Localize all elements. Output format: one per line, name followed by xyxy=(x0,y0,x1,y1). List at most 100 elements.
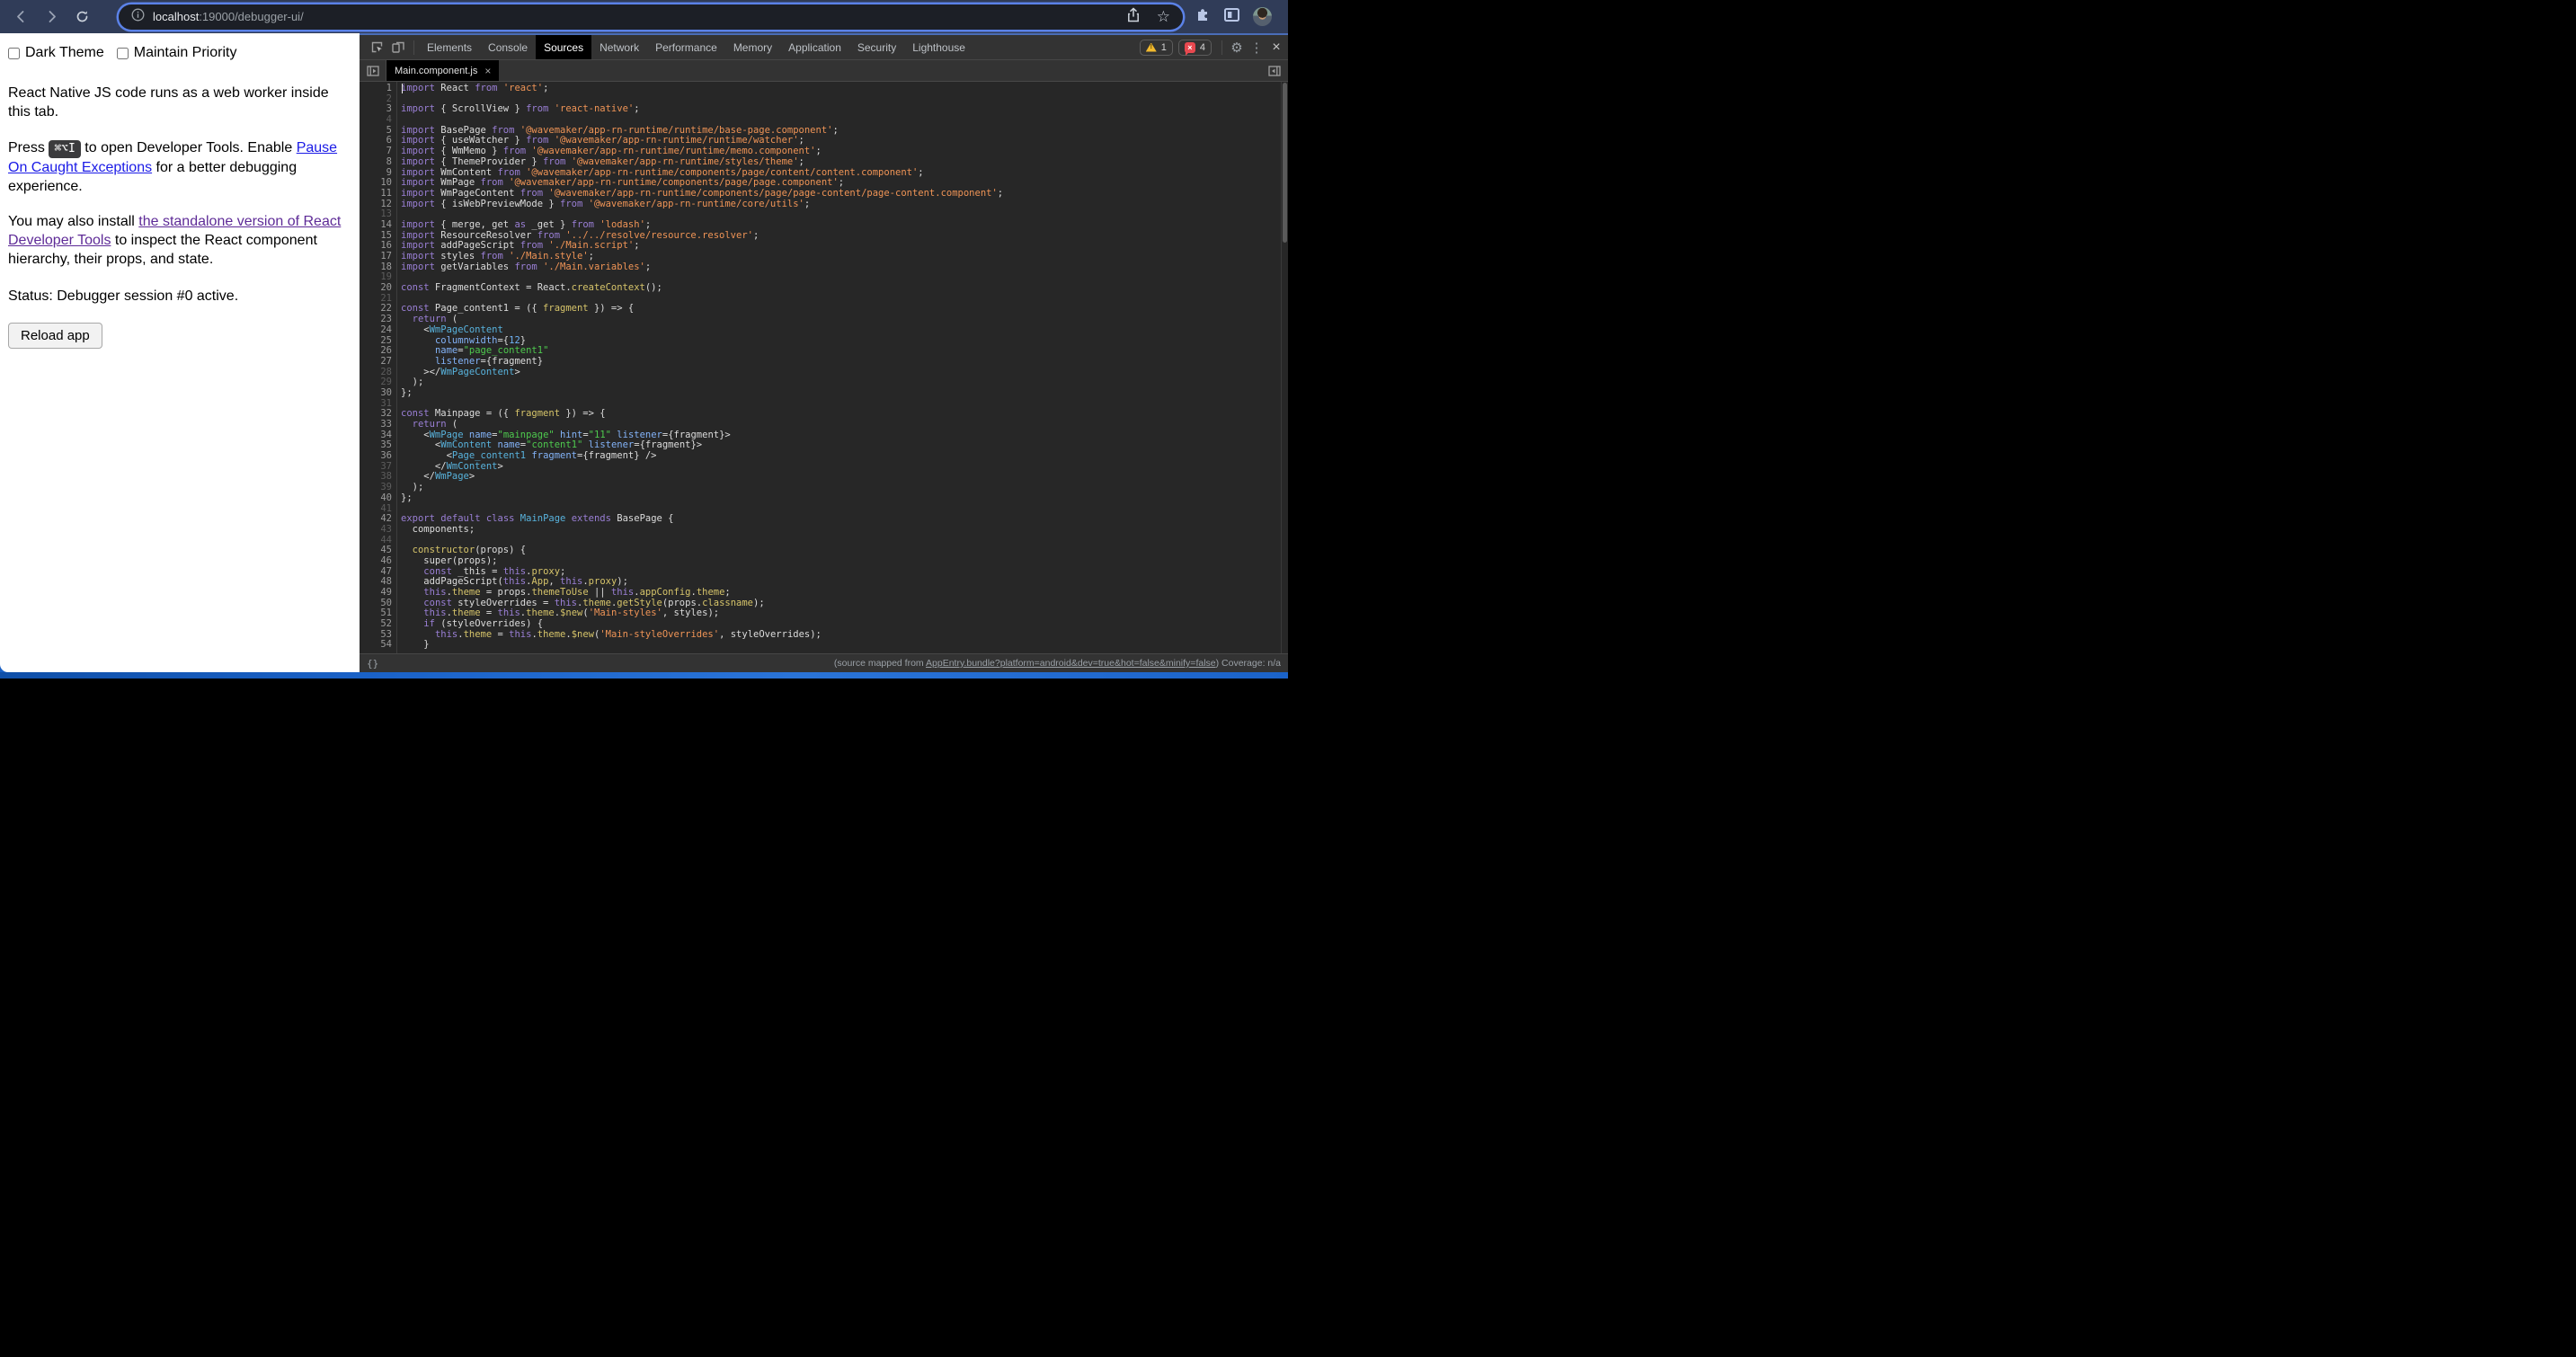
dark-theme-option[interactable]: Dark Theme xyxy=(8,45,104,61)
hint-text-before: Press xyxy=(8,140,49,155)
maintain-priority-option[interactable]: Maintain Priority xyxy=(117,45,237,61)
tab-elements[interactable]: Elements xyxy=(419,35,480,59)
devtools-shortcut-kbd: ⌘⌥I xyxy=(49,140,80,158)
source-map-link[interactable]: AppEntry.bundle?platform=android&dev=tru… xyxy=(926,658,1216,669)
toolbar-divider-right xyxy=(1221,40,1222,55)
code-line: export default class MainPage extends Ba… xyxy=(401,514,1288,525)
url-path: :19000/debugger-ui/ xyxy=(199,10,303,23)
line-number[interactable]: 17 xyxy=(360,252,392,262)
show-debugger-sidebar-icon[interactable] xyxy=(1261,60,1288,81)
gutter[interactable]: 1234567891011121314151617181920212223242… xyxy=(360,82,397,653)
line-number[interactable]: 30 xyxy=(360,388,392,399)
share-icon[interactable] xyxy=(1126,7,1141,27)
line-number[interactable]: 8 xyxy=(360,157,392,168)
intro-paragraph: React Native JS code runs as a web worke… xyxy=(8,84,351,121)
browser-menu-kebab-icon[interactable]: ⋮ xyxy=(1285,10,1288,23)
code-line: constructor(props) { xyxy=(401,545,1288,556)
settings-gear-icon[interactable]: ⚙ xyxy=(1227,39,1247,57)
editor-scrollbar[interactable] xyxy=(1281,82,1288,653)
back-icon[interactable] xyxy=(13,9,29,25)
devtools-hint-paragraph: Press ⌘⌥I to open Developer Tools. Enabl… xyxy=(8,138,351,196)
line-number[interactable]: 11 xyxy=(360,189,392,200)
line-number[interactable]: 27 xyxy=(360,357,392,368)
tab-security[interactable]: Security xyxy=(849,35,904,59)
code-line: const Page_content1 = ({ fragment }) => … xyxy=(401,304,1288,315)
browser-actions: ⋮ xyxy=(1195,6,1288,27)
tab-performance[interactable]: Performance xyxy=(647,35,725,59)
code-line: return ( xyxy=(401,315,1288,325)
extensions-puzzle-icon[interactable] xyxy=(1195,6,1211,27)
line-number[interactable]: 52 xyxy=(360,619,392,630)
devtools-close-icon[interactable]: × xyxy=(1266,39,1286,57)
line-number[interactable]: 43 xyxy=(360,525,392,536)
code-line: ); xyxy=(401,483,1288,493)
react-devtools-paragraph: You may also install the standalone vers… xyxy=(8,212,351,269)
tab-lighthouse[interactable]: Lighthouse xyxy=(904,35,973,59)
code-line: import { isWebPreviewMode } from '@wavem… xyxy=(401,200,1288,210)
toolbar-divider xyxy=(413,40,414,55)
site-info-icon[interactable] xyxy=(131,8,145,26)
forward-icon[interactable] xyxy=(43,9,59,25)
code-line: listener={fragment} xyxy=(401,357,1288,368)
line-number[interactable]: 4 xyxy=(360,115,392,126)
code-lines[interactable]: import React from 'react'; import { Scro… xyxy=(397,82,1288,653)
options-row: Dark Theme Maintain Priority xyxy=(8,45,351,61)
file-tab-close-icon[interactable]: × xyxy=(484,65,491,77)
line-number[interactable]: 33 xyxy=(360,420,392,430)
error-icon: × xyxy=(1185,42,1195,53)
url-text[interactable]: localhost:19000/debugger-ui/ xyxy=(153,10,304,23)
warnings-badge[interactable]: ! 1 xyxy=(1140,40,1173,56)
tab-console[interactable]: Console xyxy=(480,35,536,59)
file-tab-label: Main.component.js xyxy=(395,66,477,76)
devtools-menu-kebab-icon[interactable]: ⋮ xyxy=(1247,39,1266,57)
tab-memory[interactable]: Memory xyxy=(725,35,780,59)
line-number[interactable]: 40 xyxy=(360,493,392,504)
editor-scrollbar-thumb[interactable] xyxy=(1283,83,1287,243)
side-panel-icon[interactable] xyxy=(1224,8,1239,26)
dark-theme-label: Dark Theme xyxy=(25,45,104,61)
warning-icon: ! xyxy=(1146,43,1157,52)
errors-badge[interactable]: × 4 xyxy=(1178,40,1212,56)
tab-sources[interactable]: Sources xyxy=(536,35,591,59)
profile-avatar[interactable] xyxy=(1253,7,1272,26)
file-tab-bar: Main.component.js × xyxy=(360,60,1288,82)
code-line: } xyxy=(401,640,1288,651)
line-number[interactable]: 14 xyxy=(360,220,392,231)
reload-icon[interactable] xyxy=(74,9,90,25)
line-number[interactable]: 20 xyxy=(360,283,392,294)
code-line: ></WmPageContent> xyxy=(401,368,1288,378)
browser-toolbar: localhost:19000/debugger-ui/ ☆ ⋮ xyxy=(0,0,1288,33)
devtools-toolbar: Elements Console Sources Network Perform… xyxy=(360,35,1288,60)
code-line: </WmPage> xyxy=(401,472,1288,483)
file-tab-main-component[interactable]: Main.component.js × xyxy=(386,60,499,81)
code-line: <Page_content1 fragment={fragment} /> xyxy=(401,451,1288,462)
code-line: const FragmentContext = React.createCont… xyxy=(401,283,1288,294)
dark-theme-checkbox[interactable] xyxy=(8,48,20,59)
reload-app-button[interactable]: Reload app xyxy=(8,323,102,349)
code-editor[interactable]: 1234567891011121314151617181920212223242… xyxy=(360,82,1288,653)
inspect-element-icon[interactable] xyxy=(366,39,387,57)
code-line: this.theme = this.theme.$new('Main-style… xyxy=(401,630,1288,641)
code-line: const Mainpage = ({ fragment }) => { xyxy=(401,409,1288,420)
text-caret xyxy=(402,84,403,93)
url-bar[interactable]: localhost:19000/debugger-ui/ ☆ xyxy=(119,4,1183,30)
line-number[interactable]: 49 xyxy=(360,588,392,599)
bookmark-star-icon[interactable]: ☆ xyxy=(1157,9,1170,24)
line-number[interactable]: 1 xyxy=(360,84,392,94)
tab-application[interactable]: Application xyxy=(780,35,849,59)
tab-network[interactable]: Network xyxy=(591,35,647,59)
line-number[interactable]: 36 xyxy=(360,451,392,462)
install-text-before: You may also install xyxy=(8,214,138,229)
device-toolbar-icon[interactable] xyxy=(387,39,409,57)
code-line: ); xyxy=(401,377,1288,388)
show-navigator-icon[interactable] xyxy=(360,60,386,81)
pretty-print-button[interactable]: {} xyxy=(367,658,378,670)
line-number[interactable]: 24 xyxy=(360,325,392,336)
background-window-strip xyxy=(0,672,1288,678)
hint-text-mid: to open Developer Tools. Enable xyxy=(81,140,297,155)
line-number[interactable]: 54 xyxy=(360,640,392,651)
code-line: </WmContent> xyxy=(401,462,1288,473)
maintain-priority-checkbox[interactable] xyxy=(117,48,129,59)
line-number[interactable]: 46 xyxy=(360,556,392,567)
url-host: localhost xyxy=(153,10,199,23)
